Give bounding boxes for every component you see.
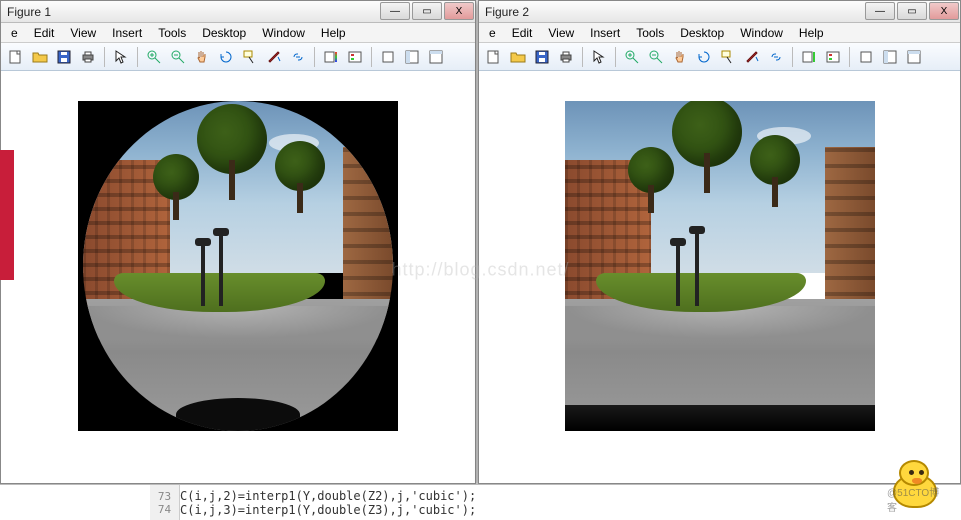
dock-icon[interactable]	[879, 46, 901, 68]
link-icon[interactable]	[765, 46, 787, 68]
menu-desktop[interactable]: Desktop	[194, 24, 254, 42]
insert-colorbar-icon[interactable]	[320, 46, 342, 68]
titlebar[interactable]: Figure 2 — ▭ X	[479, 1, 960, 23]
titlebar[interactable]: Figure 1 — ▭ X	[1, 1, 475, 23]
window-controls: — ▭ X	[379, 1, 475, 22]
window-title: Figure 2	[485, 5, 864, 19]
line-number: 73	[158, 490, 171, 503]
menu-insert[interactable]: Insert	[582, 24, 628, 42]
menubar: e Edit View Insert Tools Desktop Window …	[479, 23, 960, 43]
separator	[582, 47, 583, 67]
separator	[615, 47, 616, 67]
insert-colorbar-icon[interactable]	[798, 46, 820, 68]
zoom-out-icon[interactable]	[645, 46, 667, 68]
data-cursor-icon[interactable]	[239, 46, 261, 68]
mascot-label: @51CTO博客	[887, 484, 949, 514]
save-icon[interactable]	[53, 46, 75, 68]
menu-view[interactable]: View	[540, 24, 582, 42]
undock-icon[interactable]	[903, 46, 925, 68]
window-controls: — ▭ X	[864, 1, 960, 22]
menu-tools[interactable]: Tools	[628, 24, 672, 42]
hide-plot-tools-icon[interactable]	[855, 46, 877, 68]
hide-plot-tools-icon[interactable]	[377, 46, 399, 68]
toolbar	[1, 43, 475, 71]
mascot-duck: @51CTO博客	[887, 456, 947, 512]
data-cursor-icon[interactable]	[717, 46, 739, 68]
new-figure-icon[interactable]	[483, 46, 505, 68]
menu-help[interactable]: Help	[791, 24, 832, 42]
maximize-button[interactable]: ▭	[897, 2, 927, 20]
close-button[interactable]: X	[929, 2, 959, 20]
new-figure-icon[interactable]	[5, 46, 27, 68]
figure-canvas[interactable]	[1, 71, 475, 483]
minimize-button[interactable]: —	[380, 2, 410, 20]
insert-legend-icon[interactable]	[822, 46, 844, 68]
print-icon[interactable]	[555, 46, 577, 68]
menu-insert[interactable]: Insert	[104, 24, 150, 42]
arrow-icon[interactable]	[588, 46, 610, 68]
open-icon[interactable]	[29, 46, 51, 68]
menu-view[interactable]: View	[62, 24, 104, 42]
save-icon[interactable]	[531, 46, 553, 68]
separator	[137, 47, 138, 67]
close-button[interactable]: X	[444, 2, 474, 20]
separator	[104, 47, 105, 67]
menubar: e Edit View Insert Tools Desktop Window …	[1, 23, 475, 43]
corrected-image	[565, 101, 875, 431]
rotate-icon[interactable]	[693, 46, 715, 68]
zoom-in-icon[interactable]	[621, 46, 643, 68]
menu-tools[interactable]: Tools	[150, 24, 194, 42]
figure-window-2: Figure 2 — ▭ X e Edit View Insert Tools …	[478, 0, 961, 484]
menu-edit[interactable]: Edit	[26, 24, 63, 42]
maximize-button[interactable]: ▭	[412, 2, 442, 20]
pan-icon[interactable]	[669, 46, 691, 68]
menu-help[interactable]: Help	[313, 24, 354, 42]
line-gutter: 73 74	[150, 485, 180, 520]
print-icon[interactable]	[77, 46, 99, 68]
zoom-in-icon[interactable]	[143, 46, 165, 68]
separator	[314, 47, 315, 67]
separator	[849, 47, 850, 67]
left-red-strip	[0, 150, 14, 280]
toolbar	[479, 43, 960, 71]
code-line[interactable]: C(i,j,3)=interp1(Y,double(Z3),j,'cubic')…	[180, 503, 961, 517]
separator	[792, 47, 793, 67]
open-icon[interactable]	[507, 46, 529, 68]
editor-strip: 73 74 C(i,j,2)=interp1(Y,double(Z2),j,'c…	[0, 484, 961, 520]
separator	[371, 47, 372, 67]
menu-file[interactable]: e	[481, 24, 504, 42]
menu-file[interactable]: e	[3, 24, 26, 42]
menu-window[interactable]: Window	[254, 24, 313, 42]
window-title: Figure 1	[7, 5, 379, 19]
menu-desktop[interactable]: Desktop	[672, 24, 732, 42]
figure-canvas[interactable]	[479, 71, 960, 483]
menu-edit[interactable]: Edit	[504, 24, 541, 42]
rotate-icon[interactable]	[215, 46, 237, 68]
arrow-icon[interactable]	[110, 46, 132, 68]
brush-icon[interactable]	[741, 46, 763, 68]
undock-icon[interactable]	[425, 46, 447, 68]
dock-icon[interactable]	[401, 46, 423, 68]
link-icon[interactable]	[287, 46, 309, 68]
brush-icon[interactable]	[263, 46, 285, 68]
minimize-button[interactable]: —	[865, 2, 895, 20]
fisheye-image	[78, 101, 398, 431]
menu-window[interactable]: Window	[732, 24, 791, 42]
figure-window-1: Figure 1 — ▭ X e Edit View Insert Tools …	[0, 0, 476, 484]
pan-icon[interactable]	[191, 46, 213, 68]
code-line[interactable]: C(i,j,2)=interp1(Y,double(Z2),j,'cubic')…	[180, 489, 961, 503]
insert-legend-icon[interactable]	[344, 46, 366, 68]
zoom-out-icon[interactable]	[167, 46, 189, 68]
line-number: 74	[158, 503, 171, 516]
